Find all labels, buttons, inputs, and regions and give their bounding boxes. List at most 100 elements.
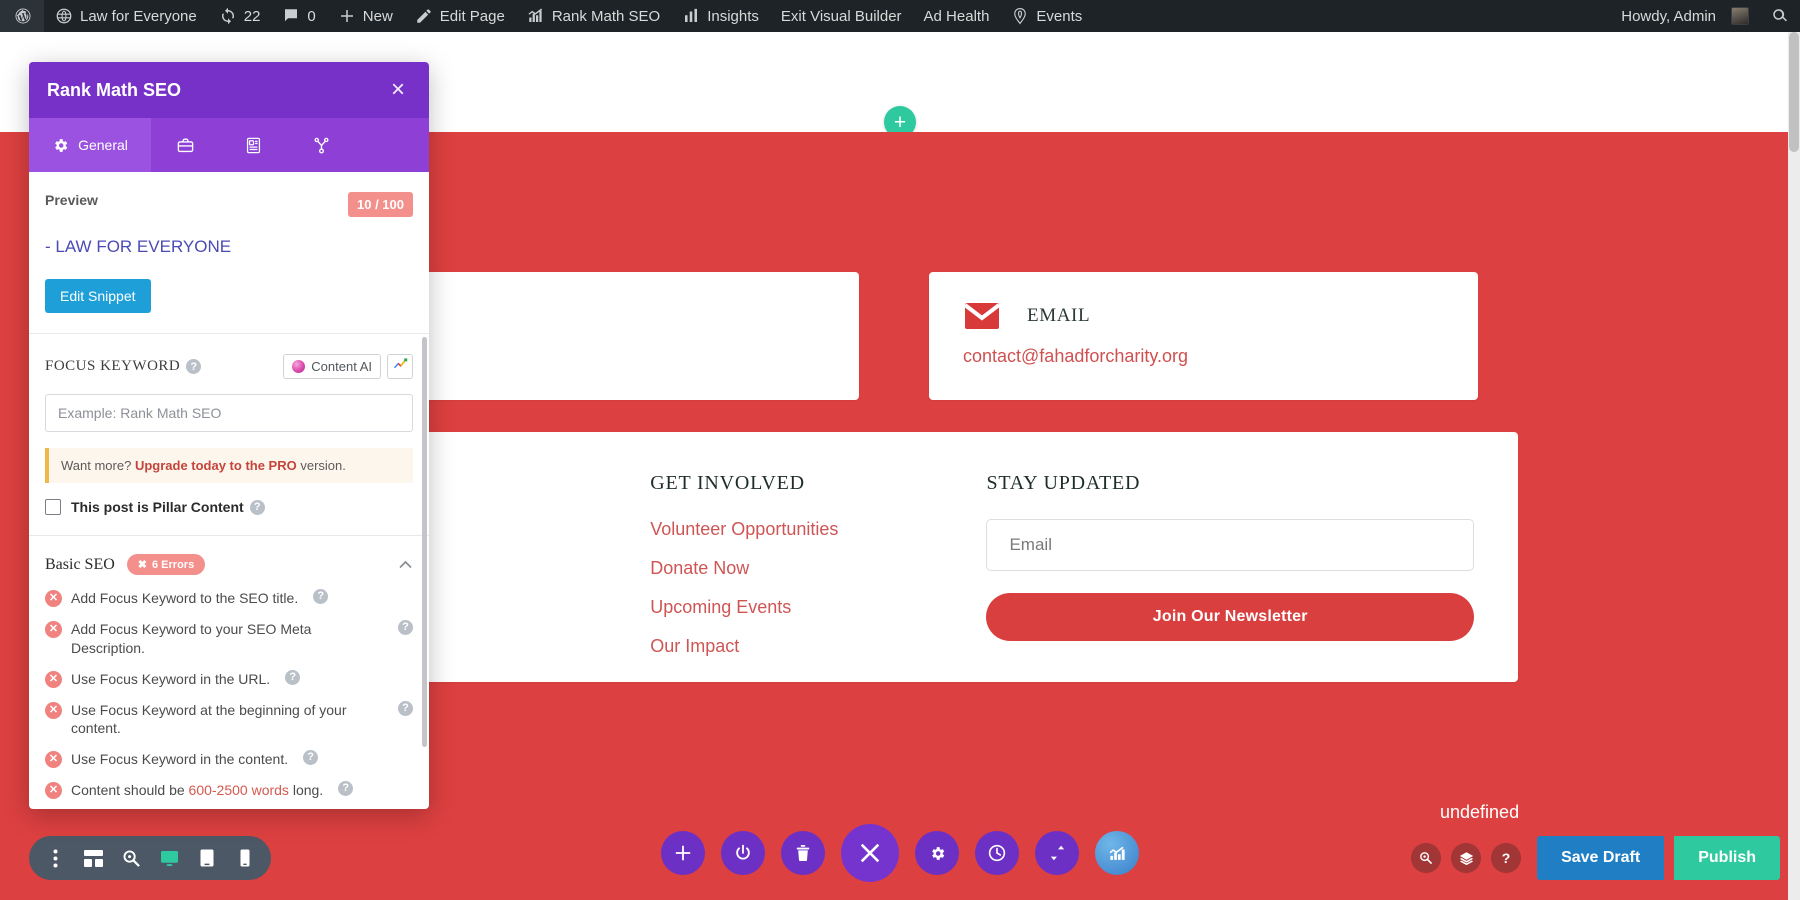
footer-link-impact[interactable]: Our Impact	[650, 636, 986, 657]
footer-link-events[interactable]: Upcoming Events	[650, 597, 986, 618]
adminbar-item-events[interactable]: Events	[1000, 0, 1093, 32]
gear-icon	[52, 137, 69, 154]
page-scrollbar[interactable]	[1788, 32, 1800, 900]
more-options-icon[interactable]	[37, 840, 73, 876]
wireframe-view-icon[interactable]	[75, 840, 111, 876]
rank-math-panel-header: Rank Math SEO ×	[29, 62, 429, 118]
wordpress-logo-button[interactable]	[0, 0, 44, 32]
layers-icon[interactable]	[1451, 843, 1482, 873]
adminbar-item-insights[interactable]: Insights	[671, 0, 770, 32]
publish-button[interactable]: Publish	[1674, 836, 1780, 880]
tab-general[interactable]: General	[29, 118, 151, 172]
help-icon[interactable]: ?	[398, 700, 413, 716]
upgrade-pro-link[interactable]: Upgrade today to the PRO	[135, 458, 297, 473]
save-draft-button[interactable]: Save Draft	[1537, 836, 1665, 880]
wordpress-logo-icon	[14, 7, 32, 25]
portability-icon[interactable]	[1035, 831, 1079, 875]
tablet-view-icon[interactable]	[189, 840, 225, 876]
updates-icon	[219, 7, 237, 25]
basic-seo-header[interactable]: Basic SEO ✖ 6 Errors	[29, 536, 429, 585]
help-icon-pillar[interactable]: ?	[249, 499, 265, 515]
search-icon	[1771, 7, 1789, 25]
join-newsletter-button[interactable]: Join Our Newsletter	[986, 593, 1474, 641]
pillar-content-checkbox[interactable]	[45, 499, 61, 515]
newsletter-email-input[interactable]	[986, 519, 1474, 571]
page-scrollbar-thumb[interactable]	[1789, 32, 1799, 152]
snippet-preview-title[interactable]: - LAW FOR EVERYONE	[45, 237, 413, 257]
adminbar-item-edit-page[interactable]: Edit Page	[404, 0, 516, 32]
settings-gear-icon[interactable]	[915, 831, 959, 875]
basic-seo-error-list: ✕ Add Focus Keyword to the SEO title. ? …	[29, 585, 429, 809]
power-icon[interactable]	[721, 831, 765, 875]
help-icon[interactable]: ?	[285, 669, 301, 685]
phone-view-icon[interactable]	[227, 840, 263, 876]
contact-card-email-value[interactable]: contact@fahadforcharity.org	[963, 346, 1444, 367]
stay-updated-heading: STAY UPDATED	[986, 472, 1141, 494]
desktop-view-icon[interactable]	[151, 840, 187, 876]
adminbar-item-comments[interactable]: 0	[271, 0, 326, 32]
help-icon[interactable]: ?	[1491, 843, 1522, 873]
close-icon[interactable]: ×	[385, 77, 411, 103]
search-icon[interactable]	[1411, 843, 1442, 873]
seo-error-text-wordcount: Content should be 600-2500 words long.	[71, 782, 324, 799]
seo-error-item: ✕ Add Focus Keyword to your SEO Meta Des…	[45, 619, 413, 658]
preview-label: Preview	[45, 192, 98, 208]
pillar-content-label: This post is Pillar Content	[71, 499, 244, 515]
adminbar-item-rankmath[interactable]: Rank Math SEO	[516, 0, 671, 32]
help-icon[interactable]: ?	[186, 359, 202, 374]
focus-keyword-input[interactable]	[45, 394, 413, 432]
seo-error-text: Use Focus Keyword in the URL.	[71, 670, 271, 687]
divi-view-toolbar	[29, 836, 271, 880]
help-icon[interactable]: ?	[303, 750, 319, 766]
google-trends-button[interactable]	[387, 354, 413, 379]
help-icon[interactable]: ?	[398, 619, 413, 635]
tab-social-share[interactable]	[287, 118, 355, 172]
adminbar-search-button[interactable]	[1760, 0, 1800, 32]
help-icon[interactable]: ?	[338, 781, 354, 797]
history-clock-icon[interactable]	[975, 831, 1019, 875]
seo-error-item: ✕ Content should be 600-2500 words long.…	[45, 781, 413, 800]
rankmath-icon[interactable]	[1095, 831, 1139, 875]
errors-badge-x-icon: ✖	[137, 559, 147, 571]
tab-social[interactable]	[151, 118, 219, 172]
preview-header-row: Preview 10 / 100	[45, 192, 413, 217]
pro-upsell-notice: Want more? Upgrade today to the PRO vers…	[45, 448, 413, 483]
rank-math-panel-scrollbar[interactable]	[422, 337, 427, 747]
footer-col-get-involved: GET INVOLVED Volunteer Opportunities Don…	[650, 472, 986, 656]
adminbar-item-ad-health[interactable]: Ad Health	[913, 0, 1001, 32]
upsell-prefix: Want more?	[61, 458, 135, 473]
adminbar-item-updates[interactable]: 22	[208, 0, 272, 32]
trash-icon[interactable]	[781, 831, 825, 875]
adminbar-item-new[interactable]: New	[327, 0, 404, 32]
error-x-icon: ✕	[45, 751, 62, 769]
help-icon[interactable]: ?	[313, 589, 329, 604]
errors-badge-label: 6 Errors	[152, 558, 195, 571]
content-ai-button[interactable]: Content AI	[283, 354, 381, 379]
rank-math-scroll-area[interactable]: Preview 10 / 100 - LAW FOR EVERYONE Edit…	[29, 172, 429, 809]
chevron-up-icon[interactable]	[397, 557, 413, 573]
footer-link-volunteer[interactable]: Volunteer Opportunities	[650, 519, 986, 540]
adminbar-edit-page-label: Edit Page	[439, 7, 505, 25]
seo-error-text: Use Focus Keyword in the content.	[71, 751, 289, 768]
close-icon[interactable]	[841, 824, 899, 882]
rank-math-panel-title: Rank Math SEO	[47, 79, 182, 100]
tab-schema[interactable]	[219, 118, 287, 172]
rank-math-tabs: General	[29, 118, 429, 172]
comments-icon	[282, 7, 300, 25]
adminbar-account-menu[interactable]: Howdy, Admin	[1610, 0, 1760, 32]
pencil-icon	[415, 7, 433, 25]
zoom-out-view-icon[interactable]	[113, 840, 149, 876]
rank-math-panel-body: Preview 10 / 100 - LAW FOR EVERYONE Edit…	[29, 172, 429, 809]
email-icon	[963, 300, 1007, 332]
footer-link-donate[interactable]: Donate Now	[650, 558, 986, 579]
edit-snippet-button[interactable]: Edit Snippet	[45, 279, 151, 313]
rankmath-icon	[527, 7, 545, 25]
seo-error-item: ✕ Use Focus Keyword at the beginning of …	[45, 700, 413, 739]
add-icon[interactable]	[661, 831, 705, 875]
adminbar-item-exit-visual-builder[interactable]: Exit Visual Builder	[770, 0, 913, 32]
footer-col-stay-updated: STAY UPDATED Join Our Newsletter	[986, 472, 1474, 642]
upsell-suffix: version.	[296, 458, 346, 473]
seo-error-text: Add Focus Keyword to your SEO Meta Descr…	[71, 620, 312, 656]
contact-card-email[interactable]: EMAIL contact@fahadforcharity.org	[929, 272, 1478, 400]
adminbar-item-site[interactable]: Law for Everyone	[44, 0, 208, 32]
